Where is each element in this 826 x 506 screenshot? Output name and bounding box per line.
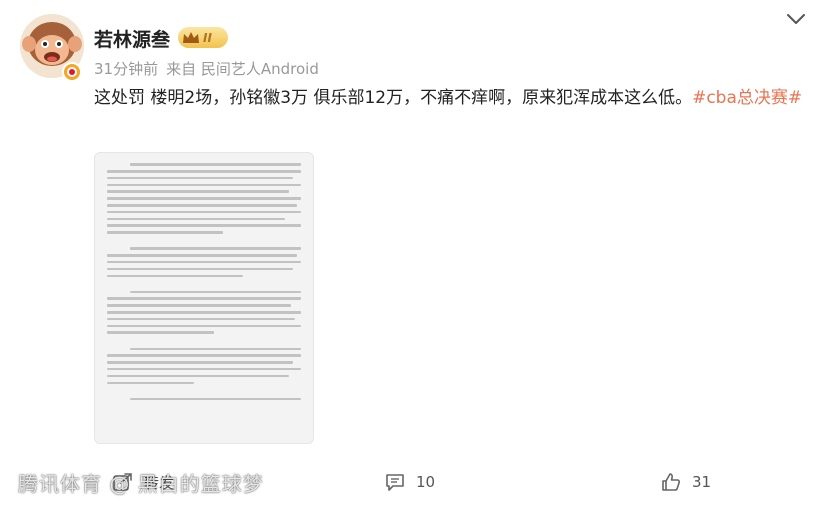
- like-button[interactable]: 31: [660, 471, 711, 493]
- post-meta: 31分钟前 来自 民间艺人Android: [94, 58, 319, 79]
- post-content: 这处罚 楼明2场，孙铭徽3万 俱乐部12万，不痛不痒啊，原来犯浑成本这么低。#c…: [94, 84, 804, 113]
- author-name[interactable]: 若林源叁: [94, 25, 170, 52]
- like-icon: [662, 473, 680, 491]
- hashtag-link[interactable]: #cba总决赛#: [692, 88, 802, 108]
- comment-button[interactable]: 10: [384, 471, 435, 493]
- vip-badge[interactable]: II: [178, 27, 228, 48]
- post-source: 来自 民间艺人Android: [166, 60, 319, 78]
- chevron-down-icon[interactable]: [784, 10, 808, 28]
- watermark: 腾讯体育 @ 黑白的篮球梦: [18, 472, 264, 496]
- post-image[interactable]: [94, 152, 314, 444]
- comment-icon: [386, 474, 404, 491]
- post-time[interactable]: 31分钟前: [94, 58, 158, 79]
- weibo-verified-badge-icon: [62, 62, 82, 82]
- comment-count: 10: [416, 473, 436, 491]
- vip-level: II: [203, 30, 212, 45]
- post-text: 这处罚 楼明2场，孙铭徽3万 俱乐部12万，不痛不痒啊，原来犯浑成本这么低。: [94, 88, 693, 108]
- crown-icon: [183, 31, 199, 43]
- like-count: 31: [692, 473, 712, 491]
